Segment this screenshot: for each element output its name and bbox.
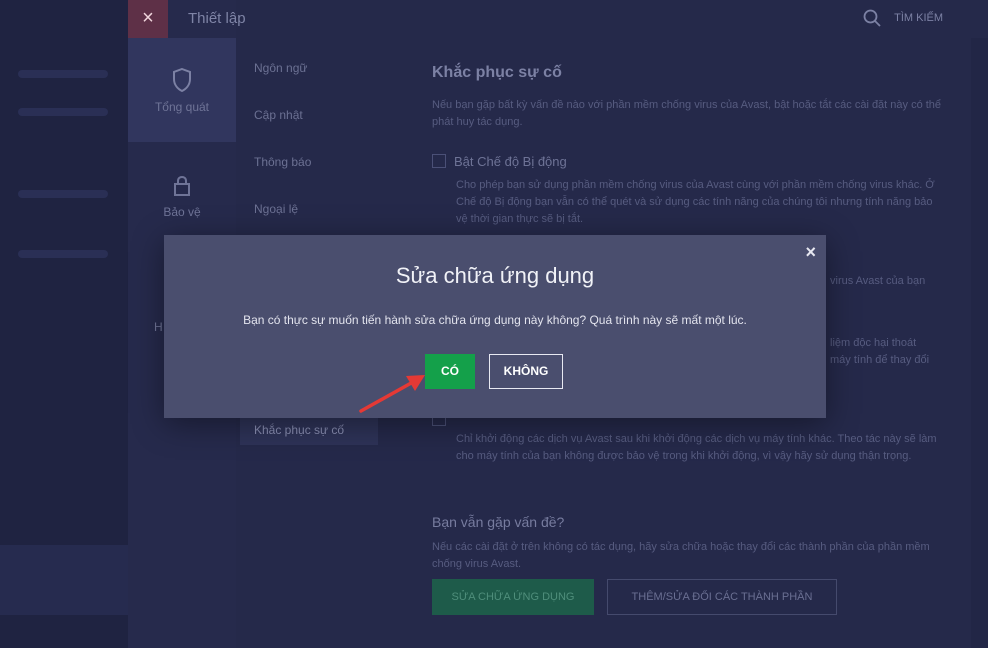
dialog-title: Sửa chữa ứng dụng — [395, 263, 595, 288]
nav-bottom-panel — [0, 545, 128, 615]
category-label-partial[interactable]: H — [154, 320, 163, 334]
submenu-item-label: Khắc phục sự cố — [254, 423, 345, 437]
category-general[interactable]: Tổng quát — [128, 38, 236, 142]
nav-placeholder[interactable] — [18, 70, 108, 78]
nav-placeholder[interactable] — [18, 250, 108, 258]
category-label: Tổng quát — [154, 100, 210, 114]
partial-text: liệm độc hại thoát — [830, 337, 917, 349]
dialog-message: Bạn có thực sự muốn tiến hành sửa chữa ứ… — [243, 313, 747, 327]
submenu-item-troubleshooting[interactable]: Khắc phục sự cố — [240, 415, 378, 445]
category-label: Bảo vệ — [163, 205, 201, 219]
category-protection[interactable]: Bảo vệ — [128, 175, 236, 219]
settings-title: Thiết lập — [188, 10, 246, 27]
section-description: Nếu các cài đặt ở trên không có tác dụng… — [432, 541, 930, 570]
submenu-item-language[interactable]: Ngôn ngữ — [254, 61, 307, 75]
passive-mode-option[interactable]: Bật Chế độ Bị động — [432, 154, 567, 169]
annotation-arrow-icon — [359, 375, 425, 413]
partial-text: virus Avast của bạn — [830, 275, 926, 287]
nav-placeholder[interactable] — [18, 108, 108, 116]
lock-icon — [174, 175, 190, 196]
search-label: TÌM KIẾM — [894, 11, 943, 24]
submenu-item-update[interactable]: Cập nhật — [254, 108, 303, 122]
passive-mode-checkbox[interactable] — [432, 154, 446, 168]
intro-text: Nếu bạn gặp bất kỳ vấn đề nào với phần m… — [432, 99, 942, 128]
app-navigation — [0, 0, 128, 648]
scrollbar[interactable] — [971, 38, 988, 648]
page-title: Khắc phục sự cố — [432, 64, 562, 81]
passive-mode-description: Cho phép bạn sử dụng phần mềm chống viru… — [456, 179, 935, 225]
repair-confirm-dialog: × Sửa chữa ứng dụng Bạn có thực sự muốn … — [164, 235, 826, 418]
repair-app-button[interactable]: SỬA CHỮA ỨNG DỤNG — [432, 579, 594, 615]
dialog-close-button[interactable]: × — [805, 242, 816, 263]
delayed-start-description: Chỉ khởi động các dịch vụ Avast sau khi … — [456, 433, 937, 462]
submenu-item-exceptions[interactable]: Ngoại lệ — [254, 202, 298, 216]
partial-text: máy tính để thay đổi — [830, 354, 930, 366]
nav-placeholder[interactable] — [18, 190, 108, 198]
section-title: Bạn vẫn gặp vấn đề? — [432, 514, 565, 530]
close-settings-button[interactable]: × — [128, 0, 168, 38]
modify-components-button[interactable]: THÊM/SỬA ĐỔI CÁC THÀNH PHẦN — [607, 579, 837, 615]
shield-icon — [173, 68, 191, 92]
settings-window: × Thiết lập Tổng quát Bảo vệ H Ngôn ngữ … — [0, 0, 988, 648]
search-button[interactable]: TÌM KIẾM — [863, 9, 943, 27]
no-button[interactable]: KHÔNG — [489, 354, 563, 389]
passive-mode-label: Bật Chế độ Bị động — [454, 154, 567, 169]
submenu-item-notifications[interactable]: Thông báo — [254, 155, 311, 169]
search-icon — [863, 9, 881, 27]
